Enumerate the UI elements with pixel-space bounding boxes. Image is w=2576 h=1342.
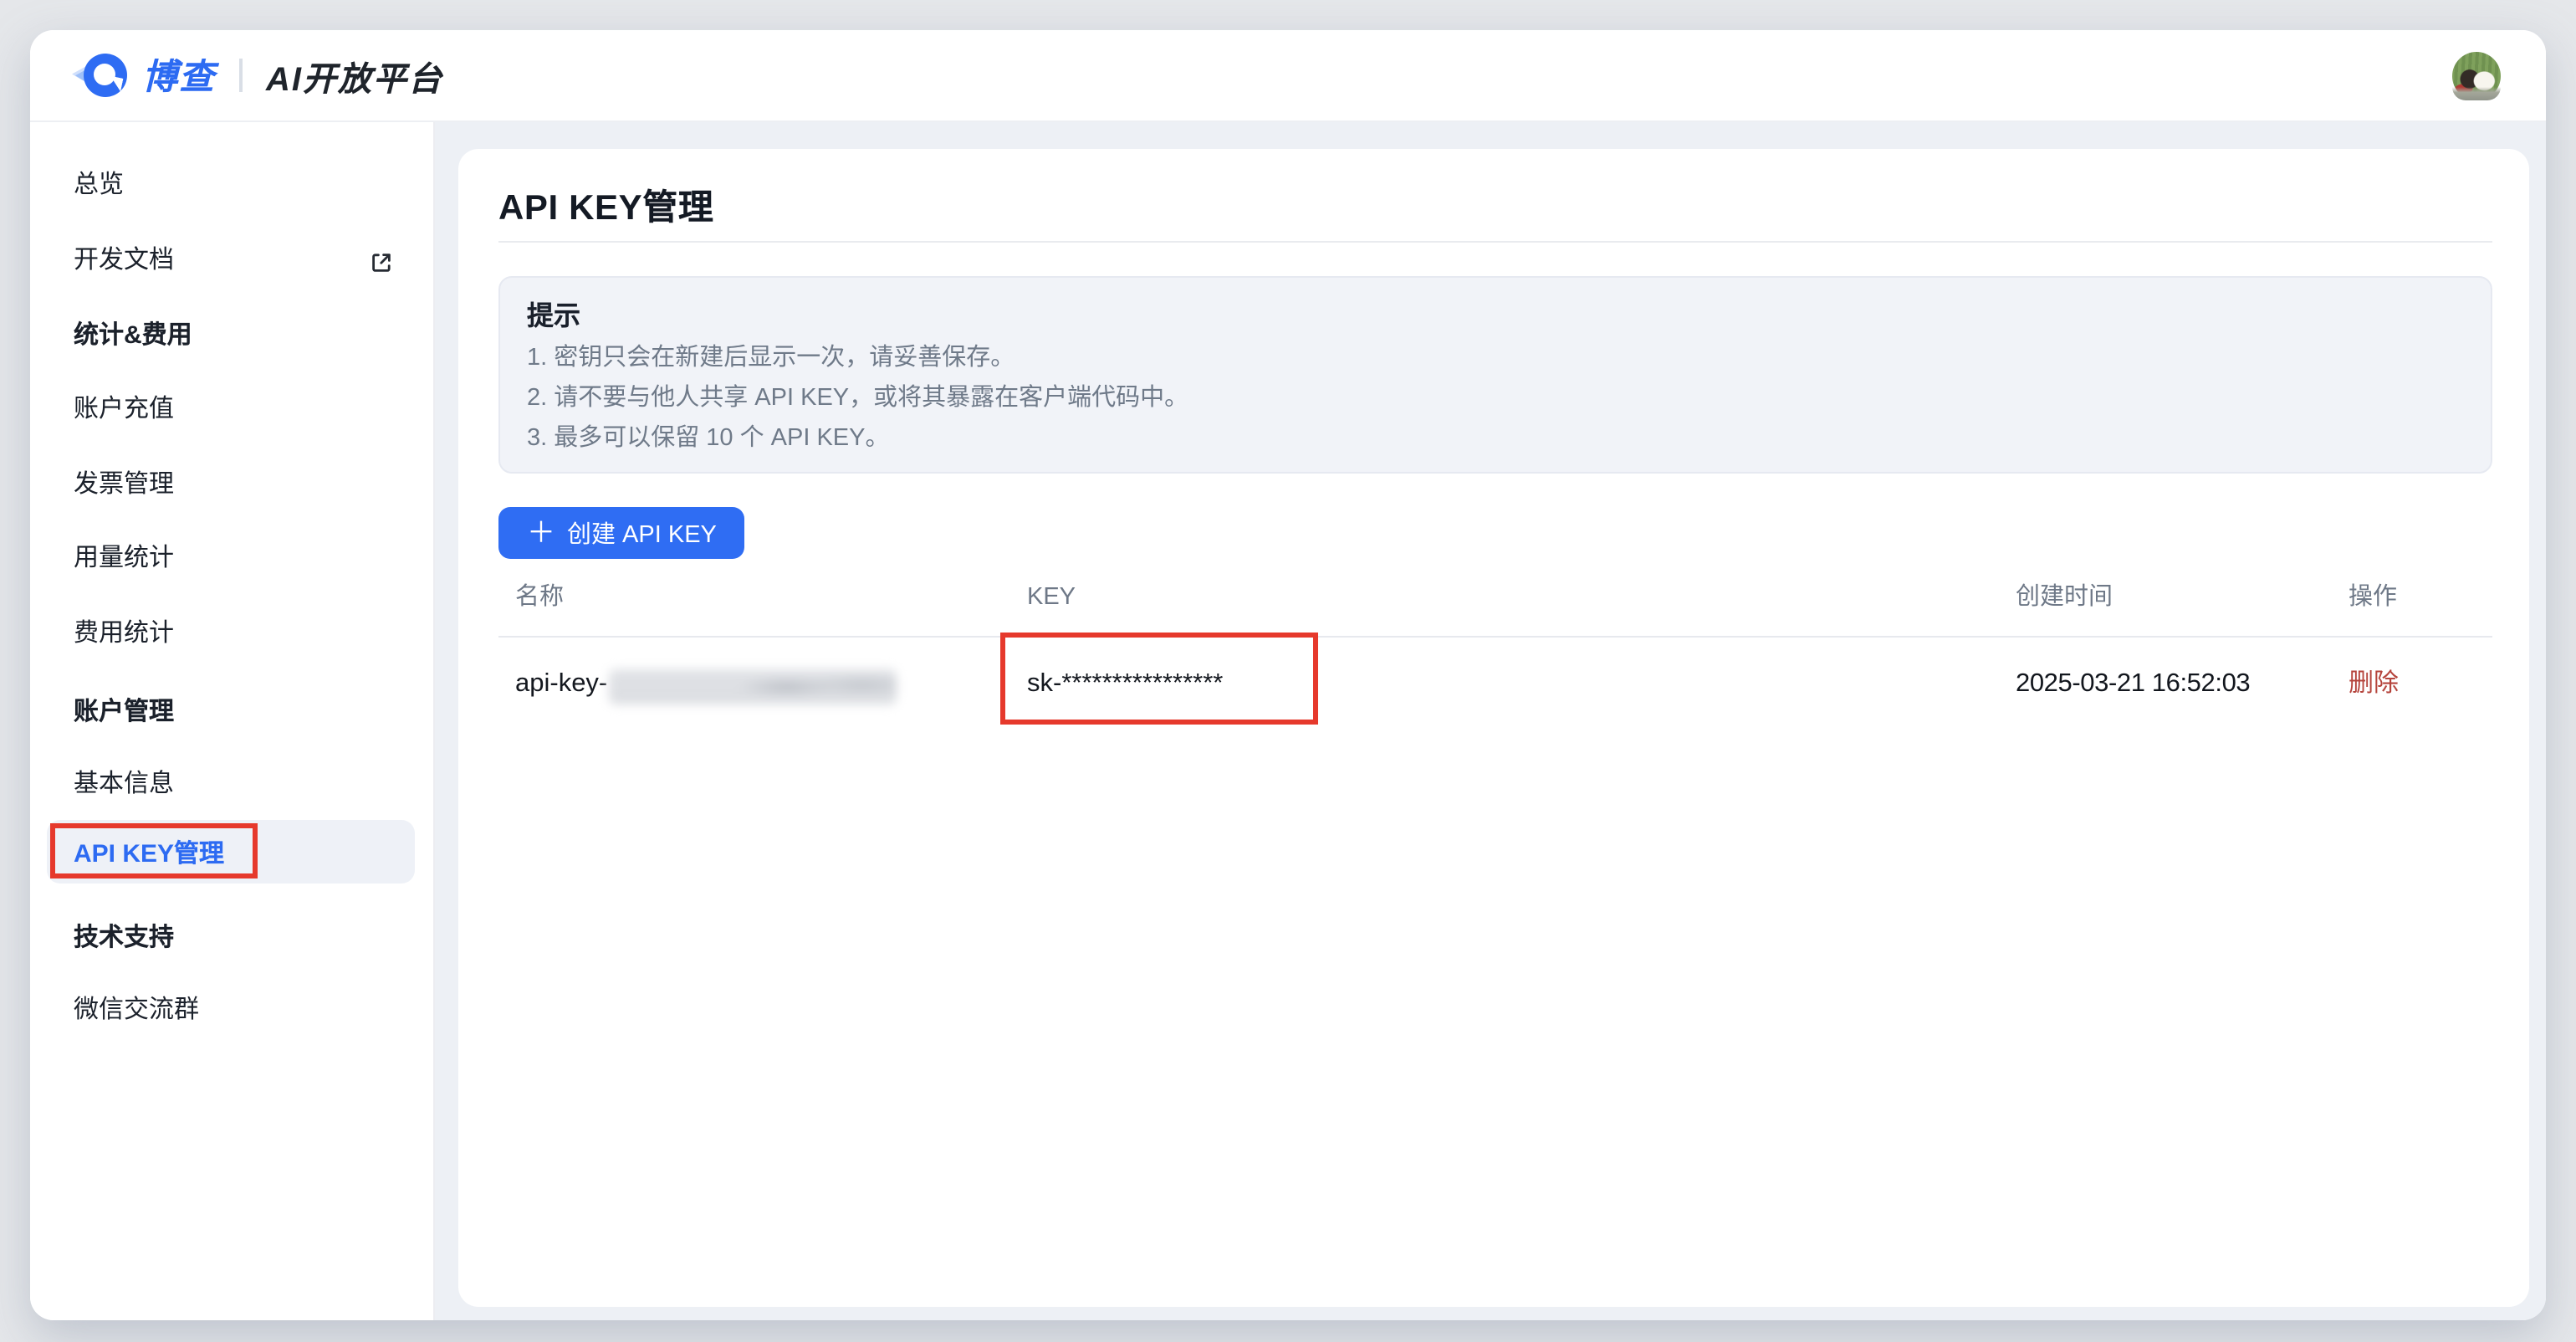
- main-content-area: API KEY管理 提示 1. 密钥只会在新建后显示一次，请妥善保存。 2. 请…: [435, 122, 2546, 1320]
- body: 总览 开发文档 统计&费用 账户充值 发票管理 用量统计 费用统计: [30, 122, 2546, 1320]
- plus-icon: ＋: [527, 519, 555, 547]
- sidebar-item-recharge[interactable]: 账户充值: [74, 392, 406, 428]
- sidebar-item-label: API KEY管理: [74, 834, 224, 869]
- sidebar-item-invoice[interactable]: 发票管理: [74, 467, 406, 504]
- sidebar-section-stats-cost: 统计&费用: [74, 318, 406, 355]
- delete-link[interactable]: 删除: [2349, 666, 2399, 703]
- table-header-divider: [498, 636, 2492, 638]
- brand-divider: [239, 59, 243, 92]
- tip-item-3: 3. 最多可以保留 10 个 API KEY。: [527, 418, 2464, 458]
- api-key-name-cell: api-key-: [515, 666, 607, 703]
- tips-panel: 提示 1. 密钥只会在新建后显示一次，请妥善保存。 2. 请不要与他人共享 AP…: [498, 276, 2492, 474]
- sidebar-section-tech-support: 技术支持: [74, 920, 406, 957]
- external-link-icon: [370, 249, 393, 273]
- sidebar-item-wechat-group[interactable]: 微信交流群: [74, 992, 406, 1029]
- platform-title: AI开放平台: [266, 51, 443, 100]
- top-header: 博查 AI开放平台: [30, 30, 2546, 122]
- redacted-name-blur: [609, 669, 897, 704]
- api-key-value-cell: sk-****************: [1027, 666, 1223, 703]
- tips-title: 提示: [527, 298, 2464, 338]
- title-divider: [498, 241, 2492, 243]
- sidebar-item-cost-stats[interactable]: 费用统计: [74, 616, 406, 653]
- tip-item-2: 2. 请不要与他人共享 API KEY，或将其暴露在客户端代码中。: [527, 378, 2464, 418]
- created-time-cell: 2025-03-21 16:52:03: [2016, 666, 2250, 703]
- create-api-key-button[interactable]: ＋ 创建 API KEY: [498, 507, 745, 559]
- page-title: API KEY管理: [498, 181, 713, 231]
- brand-name: 博查: [142, 50, 216, 100]
- column-header-created: 创建时间: [2016, 579, 2113, 616]
- sidebar-item-basic-info[interactable]: 基本信息: [74, 766, 406, 803]
- column-header-action: 操作: [2349, 579, 2397, 616]
- bocha-logo-icon: [74, 52, 127, 99]
- create-api-key-label: 创建 API KEY: [567, 515, 717, 551]
- page: 博查 AI开放平台 总览 开发文档: [0, 0, 2576, 1342]
- sidebar-item-overview[interactable]: 总览: [74, 167, 406, 204]
- sidebar-section-account: 账户管理: [74, 694, 406, 731]
- sidebar-item-usage-stats[interactable]: 用量统计: [74, 540, 406, 577]
- tip-item-1: 1. 密钥只会在新建后显示一次，请妥善保存。: [527, 338, 2464, 378]
- column-header-key: KEY: [1027, 579, 1076, 616]
- api-key-card: API KEY管理 提示 1. 密钥只会在新建后显示一次，请妥善保存。 2. 请…: [458, 149, 2529, 1307]
- sidebar-item-label: 开发文档: [74, 246, 174, 274]
- app-window: 博查 AI开放平台 总览 开发文档: [30, 30, 2546, 1320]
- user-avatar[interactable]: [2452, 52, 2501, 100]
- sidebar-item-dev-docs[interactable]: 开发文档: [74, 243, 406, 279]
- column-header-name: 名称: [515, 579, 564, 616]
- sidebar-item-api-key-management[interactable]: API KEY管理: [47, 820, 415, 884]
- sidebar: 总览 开发文档 统计&费用 账户充值 发票管理 用量统计 费用统计: [30, 122, 435, 1320]
